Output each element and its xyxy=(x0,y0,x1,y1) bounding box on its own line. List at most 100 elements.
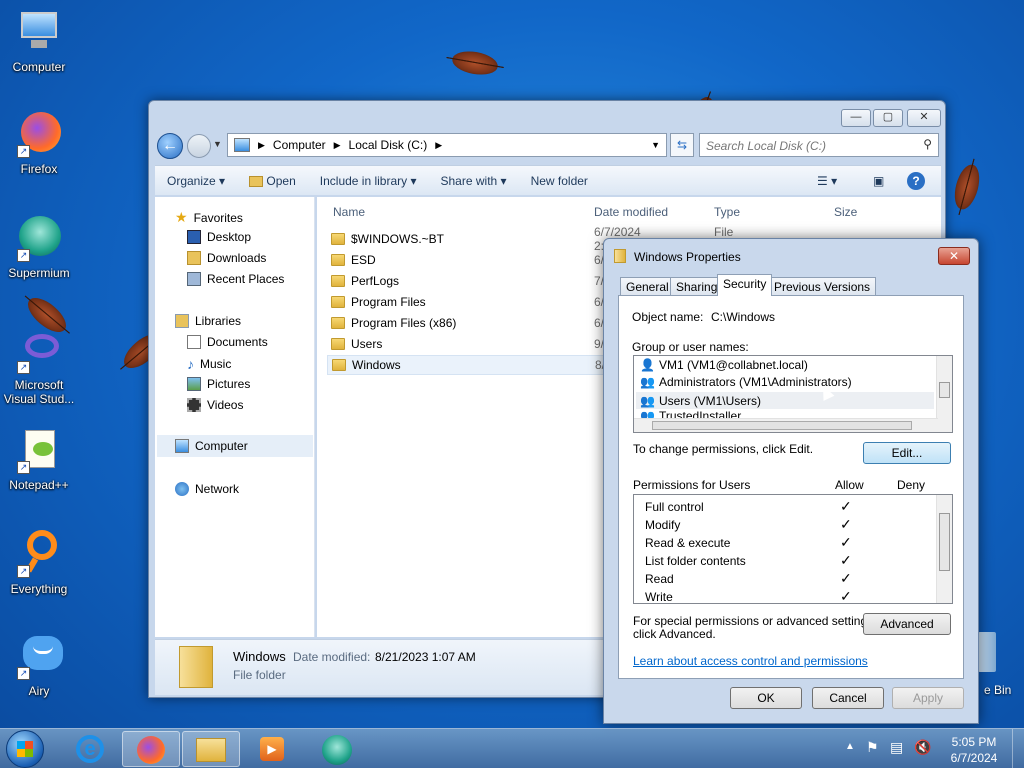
breadcrumb-local-disk[interactable]: Local Disk (C:) xyxy=(349,138,428,152)
file-row[interactable]: Program Files (x86) 6/ xyxy=(331,313,604,333)
group-item-selected[interactable]: 👥 Users (VM1\Users) xyxy=(636,392,934,409)
learn-access-control-link[interactable]: Learn about access control and permissio… xyxy=(633,654,868,668)
taskbar-supermium-button[interactable] xyxy=(308,731,366,767)
help-icon[interactable]: ? xyxy=(907,171,925,190)
refresh-button[interactable]: ⇆ xyxy=(670,133,694,157)
maximize-button[interactable]: ▢ xyxy=(873,109,903,127)
desktop-icon-computer[interactable]: Computer xyxy=(0,8,78,74)
nav-pictures[interactable]: Pictures xyxy=(187,377,250,391)
computer-small-icon xyxy=(234,138,250,152)
nav-computer[interactable]: Computer xyxy=(157,435,313,457)
column-header-date[interactable]: Date modified xyxy=(594,205,668,219)
share-with-button[interactable]: Share with ▾ xyxy=(429,174,519,188)
folder-large-icon xyxy=(179,646,213,688)
desktop-icon-firefox[interactable]: ↗ Firefox xyxy=(0,110,78,176)
tab-previous-versions[interactable]: Previous Versions xyxy=(768,277,877,295)
organize-button[interactable]: Organize ▾ xyxy=(155,174,237,188)
desktop-icon-notepadpp[interactable]: ↗ Notepad++ xyxy=(0,426,78,492)
breadcrumb-computer[interactable]: Computer xyxy=(273,138,326,152)
nav-network[interactable]: Network xyxy=(175,482,239,496)
desktop-icon-label: Firefox xyxy=(20,162,58,176)
nav-music[interactable]: ♪ Music xyxy=(187,356,231,372)
close-button[interactable]: ✕ xyxy=(907,109,941,127)
command-bar: Organize ▾ Open Include in library ▾ Sha… xyxy=(155,165,941,195)
address-dropdown-icon[interactable]: ▼ xyxy=(651,140,660,150)
file-row[interactable]: PerfLogs 7/ xyxy=(331,271,604,291)
tab-security[interactable]: Security xyxy=(717,274,773,296)
videos-icon xyxy=(187,398,201,412)
dialog-close-button[interactable]: ✕ xyxy=(938,247,970,265)
nav-videos[interactable]: Videos xyxy=(187,398,243,412)
ok-button[interactable]: OK xyxy=(730,687,802,709)
shortcut-arrow-icon: ↗ xyxy=(17,565,30,578)
desktop-icon-label: Supermium xyxy=(8,266,70,280)
nav-libraries[interactable]: Libraries xyxy=(175,314,241,328)
taskbar-media-player-button[interactable]: ▶ xyxy=(244,731,302,767)
advanced-button[interactable]: Advanced xyxy=(863,613,951,635)
show-desktop-button[interactable] xyxy=(1012,729,1024,768)
desktop-icon-airy[interactable]: ↗ Airy xyxy=(0,632,78,698)
permission-name: Full control xyxy=(645,500,704,514)
object-name-value: C:\Windows xyxy=(711,310,776,324)
nav-downloads[interactable]: Downloads xyxy=(187,251,266,265)
desktop-icon-label: Everything xyxy=(10,582,68,596)
file-row[interactable]: Users 9/ xyxy=(331,334,604,354)
group-list-hscrollbar[interactable] xyxy=(634,418,938,432)
column-header-size[interactable]: Size xyxy=(834,205,857,219)
search-icon[interactable]: ⚲ xyxy=(923,137,932,151)
supermium-icon: ↗ xyxy=(15,214,63,262)
action-center-icon[interactable]: ⚑ xyxy=(866,739,879,756)
nav-favorites[interactable]: ★ Favorites xyxy=(175,209,243,226)
group-item[interactable]: 👤 VM1 (VM1@collabnet.local) xyxy=(640,358,808,372)
nav-recent-places[interactable]: Recent Places xyxy=(187,272,284,286)
group-names-list[interactable]: 👤 VM1 (VM1@collabnet.local) 👥 Administrato… xyxy=(633,355,953,433)
permissions-scrollbar[interactable] xyxy=(936,495,952,603)
search-input[interactable]: Search Local Disk (C:) ⚲ xyxy=(699,133,939,157)
recycle-bin-label[interactable]: e Bin xyxy=(984,683,1011,697)
group-list-scrollbar[interactable] xyxy=(936,356,952,432)
taskbar-firefox-button[interactable] xyxy=(122,731,180,767)
file-row[interactable]: $WINDOWS.~BT6/7/2024 2:26 PMFile folder xyxy=(331,225,744,253)
music-icon: ♪ xyxy=(187,356,194,372)
minimize-button[interactable]: — xyxy=(841,109,871,127)
nav-desktop[interactable]: Desktop xyxy=(187,230,251,244)
preview-pane-icon[interactable]: ▣ xyxy=(873,174,884,188)
desktop-icon-visual-studio[interactable]: ↗ Microsoft Visual Stud... xyxy=(0,326,78,406)
folder-icon xyxy=(331,275,345,287)
file-row[interactable]: Program Files 6/ xyxy=(331,292,604,312)
taskbar-explorer-button[interactable] xyxy=(182,731,240,767)
forward-button[interactable] xyxy=(187,134,211,158)
clock[interactable]: 5:05 PM 6/7/2024 xyxy=(946,734,1002,766)
network-icon xyxy=(175,482,189,496)
taskbar: e ▶ ▲ ⚑ ▤ 🔇 5:05 PM 6/7/2024 xyxy=(0,728,1024,768)
show-hidden-icons-button[interactable]: ▲ xyxy=(845,741,855,752)
open-button[interactable]: Open xyxy=(237,174,308,188)
view-options-icon[interactable]: ☰ ▾ xyxy=(817,174,837,188)
address-bar[interactable]: ▶ Computer ▶ Local Disk (C:) ▶ ▼ xyxy=(227,133,667,157)
column-header-type[interactable]: Type xyxy=(714,205,740,219)
volume-muted-icon[interactable]: 🔇 xyxy=(914,739,931,756)
start-button[interactable] xyxy=(6,730,44,768)
star-icon: ★ xyxy=(175,209,188,225)
file-row-selected[interactable]: Windows 8/ xyxy=(327,355,607,375)
desktop-icon-label: Airy xyxy=(28,684,50,698)
include-in-library-button[interactable]: Include in library ▾ xyxy=(308,174,429,188)
column-header-name[interactable]: Name xyxy=(333,205,365,219)
recent-pages-dropdown[interactable]: ▼ xyxy=(213,139,222,149)
new-folder-button[interactable]: New folder xyxy=(519,174,600,188)
desktop-icon-everything[interactable]: ↗ Everything xyxy=(0,530,78,596)
everything-icon: ↗ xyxy=(15,530,63,578)
desktop-icon-supermium[interactable]: ↗ Supermium xyxy=(0,214,78,280)
nav-documents[interactable]: Documents xyxy=(187,335,268,349)
network-tray-icon[interactable]: ▤ xyxy=(890,739,903,756)
back-button[interactable]: ← xyxy=(157,133,183,159)
cancel-button[interactable]: Cancel xyxy=(812,687,884,709)
tab-sharing[interactable]: Sharing xyxy=(670,277,724,295)
file-row[interactable]: ESD 6/ xyxy=(331,250,604,270)
deny-header: Deny xyxy=(897,478,926,492)
taskbar-ie-button[interactable]: e xyxy=(62,731,120,767)
tab-general[interactable]: General xyxy=(620,277,675,295)
edit-button[interactable]: Edit... xyxy=(863,442,951,464)
shortcut-arrow-icon: ↗ xyxy=(17,667,30,680)
desktop-icon-label: Computer xyxy=(12,60,66,74)
